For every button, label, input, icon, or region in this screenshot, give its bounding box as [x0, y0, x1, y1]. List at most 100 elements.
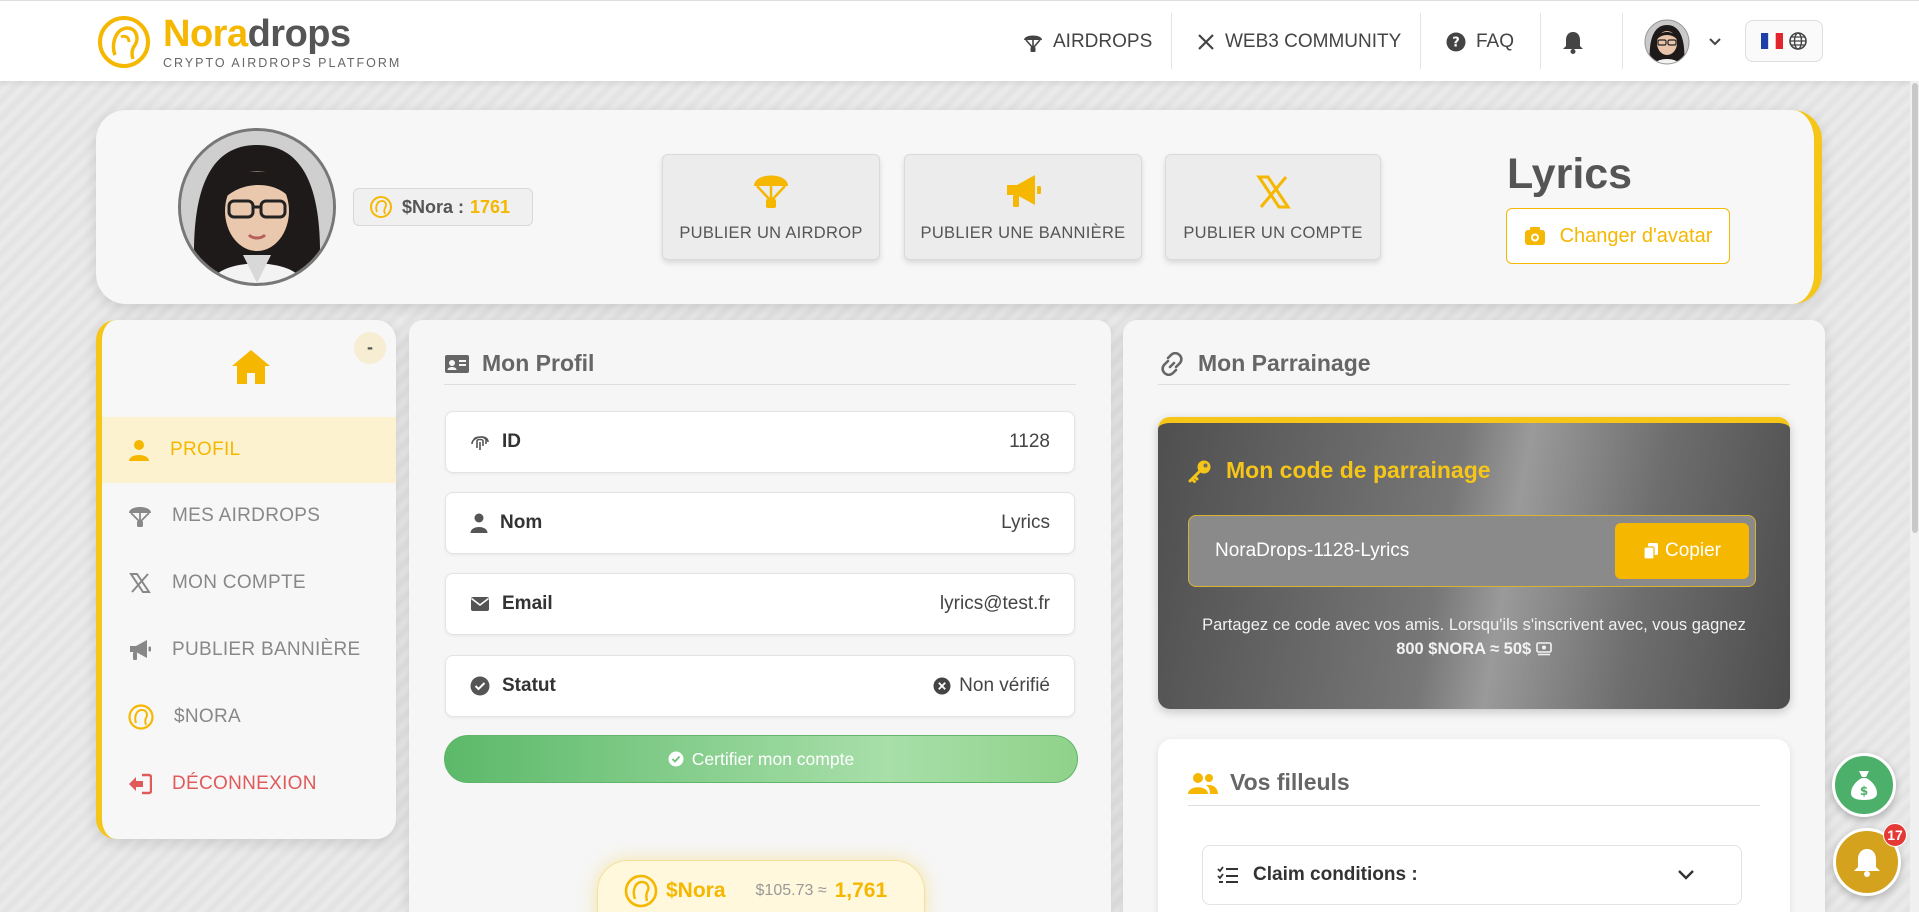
user-icon: [129, 440, 149, 461]
list-check-icon: [1217, 866, 1238, 883]
referral-code-field[interactable]: NoraDrops-1128-Lyrics Copier: [1188, 515, 1756, 587]
nora-coin-icon: [128, 704, 154, 730]
notification-count-badge: 17: [1883, 823, 1907, 847]
sidebar-item-mon-compte[interactable]: MON COMPTE: [102, 550, 396, 616]
publish-banner-button[interactable]: PUBLIER UNE BANNIÈRE: [904, 154, 1142, 260]
bell-icon: [1854, 849, 1880, 877]
profile-card: Mon Profil ID 1128 Nom Lyrics Email lyri…: [409, 320, 1111, 912]
brand-name: Noradrops: [163, 12, 351, 55]
user-avatar: [1644, 19, 1690, 65]
profile-username: Lyrics: [1507, 150, 1633, 198]
french-flag-icon: [1761, 33, 1783, 49]
sidebar: - PROFIL MES AIRDROPS MON COMPTE PUBLIER…: [96, 320, 396, 839]
profile-avatar: [178, 128, 336, 286]
user-icon: [470, 513, 488, 533]
scrollbar-thumb[interactable]: [1912, 83, 1918, 533]
x-logo-icon: [1256, 175, 1291, 209]
divider: [1158, 384, 1790, 385]
referral-reward: 800 $NORA ≈ 50$: [1396, 640, 1532, 658]
profile-header-card: $Nora : 1761 PUBLIER UN AIRDROP PUBLIER …: [96, 110, 1822, 304]
link-icon: [1161, 351, 1183, 376]
id-card-icon: [445, 354, 469, 373]
user-menu-button[interactable]: [1644, 13, 1732, 71]
chevron-down-icon: [1678, 870, 1694, 880]
nora-balance-badge: $Nora : 1761: [353, 188, 533, 226]
sidebar-collapse-button[interactable]: -: [354, 332, 386, 364]
brand-logo[interactable]: Noradrops CRYPTO AIRDROPS PLATFORM: [97, 13, 401, 71]
globe-icon: [1789, 32, 1807, 50]
chevron-down-icon: [1709, 38, 1721, 46]
nav-divider: [1540, 13, 1541, 69]
divider: [1188, 805, 1760, 806]
money-bag-fab[interactable]: $: [1832, 753, 1896, 817]
nav-faq[interactable]: ? FAQ: [1446, 13, 1514, 71]
sidebar-item-profil[interactable]: PROFIL: [102, 417, 396, 483]
referrals-section: Vos filleuls Claim conditions :: [1158, 739, 1790, 912]
logout-icon: [129, 773, 152, 795]
publish-airdrop-button[interactable]: PUBLIER UN AIRDROP: [662, 154, 880, 260]
bell-icon: [1563, 32, 1583, 54]
sidebar-item-mes-airdrops[interactable]: MES AIRDROPS: [102, 483, 396, 549]
check-circle-icon: [668, 751, 684, 767]
nora-logo-icon: [98, 16, 150, 68]
nora-coin-icon: [370, 196, 392, 218]
profile-field-statut: Statut Non vérifié: [445, 655, 1075, 717]
check-circle-icon: [470, 676, 490, 696]
top-navbar: Noradrops CRYPTO AIRDROPS PLATFORM AIRDR…: [0, 0, 1919, 81]
sidebar-item-nora[interactable]: $NORA: [102, 684, 396, 750]
svg-text:$: $: [1860, 784, 1868, 798]
money-bill-icon: [1535, 642, 1552, 656]
language-selector[interactable]: [1745, 20, 1823, 62]
publish-account-button[interactable]: PUBLIER UN COMPTE: [1165, 154, 1381, 260]
brand-tagline: CRYPTO AIRDROPS PLATFORM: [163, 55, 402, 70]
megaphone-icon: [1007, 175, 1041, 207]
money-bag-icon: $: [1851, 771, 1877, 800]
camera-icon: [1524, 227, 1545, 245]
key-icon: [1188, 460, 1211, 483]
copy-icon: [1643, 543, 1658, 560]
referral-description: Partagez ce code avec vos amis. Lorsqu'i…: [1202, 616, 1746, 658]
profile-field-id: ID 1128: [445, 411, 1075, 473]
svg-text:?: ?: [1452, 36, 1460, 51]
nav-divider: [1622, 13, 1623, 69]
profile-field-email: Email lyrics@test.fr: [445, 573, 1075, 635]
sidebar-item-publier-banniere[interactable]: PUBLIER BANNIÈRE: [102, 617, 396, 683]
nora-coin-icon: [624, 874, 658, 908]
referral-code-value: NoraDrops-1128-Lyrics: [1215, 540, 1410, 561]
profile-field-nom: Nom Lyrics: [445, 492, 1075, 554]
nav-community[interactable]: WEB3 COMMUNITY: [1197, 13, 1401, 71]
copy-code-button[interactable]: Copier: [1615, 523, 1749, 579]
home-icon[interactable]: [230, 348, 272, 386]
nora-balance-value: 1761: [470, 196, 511, 217]
nav-divider: [1171, 13, 1172, 69]
nav-airdrops[interactable]: AIRDROPS: [1023, 13, 1152, 71]
x-logo-icon: [129, 573, 151, 593]
referral-code-box: Mon code de parrainage NoraDrops-1128-Ly…: [1158, 417, 1790, 709]
x-logo-icon: [1198, 34, 1214, 50]
referral-code-title: Mon code de parrainage: [1188, 457, 1491, 484]
certify-account-button[interactable]: Certifier mon compte: [444, 735, 1078, 783]
users-icon: [1188, 772, 1218, 794]
divider: [444, 384, 1076, 385]
profile-email-value: lyrics@test.fr: [939, 593, 1050, 614]
fingerprint-icon: [471, 436, 489, 450]
referrals-title: Vos filleuls: [1188, 769, 1350, 796]
nav-divider: [1420, 13, 1421, 69]
change-avatar-button[interactable]: Changer d'avatar: [1506, 208, 1730, 264]
x-circle-icon: [933, 677, 951, 695]
profile-name-value: Lyrics: [1001, 512, 1050, 533]
profile-id-value: 1128: [1009, 431, 1050, 452]
claim-conditions-accordion[interactable]: Claim conditions :: [1202, 845, 1742, 905]
verification-status: Non vérifié: [933, 675, 1050, 697]
referral-card: Mon Parrainage Mon code de parrainage No…: [1123, 320, 1825, 912]
parachute-icon: [129, 507, 151, 527]
referral-card-title: Mon Parrainage: [1158, 350, 1371, 377]
parachute-icon: [1024, 35, 1042, 52]
notification-bell-button[interactable]: [1562, 13, 1594, 71]
sidebar-item-deconnexion[interactable]: DÉCONNEXION: [102, 751, 396, 817]
question-circle-icon: ?: [1446, 32, 1466, 52]
nora-balance-pill: $Nora $105.73 ≈ 1,761: [597, 860, 925, 912]
megaphone-icon: [130, 640, 151, 660]
profile-avatar-image: [181, 131, 333, 283]
envelope-icon: [471, 597, 489, 611]
